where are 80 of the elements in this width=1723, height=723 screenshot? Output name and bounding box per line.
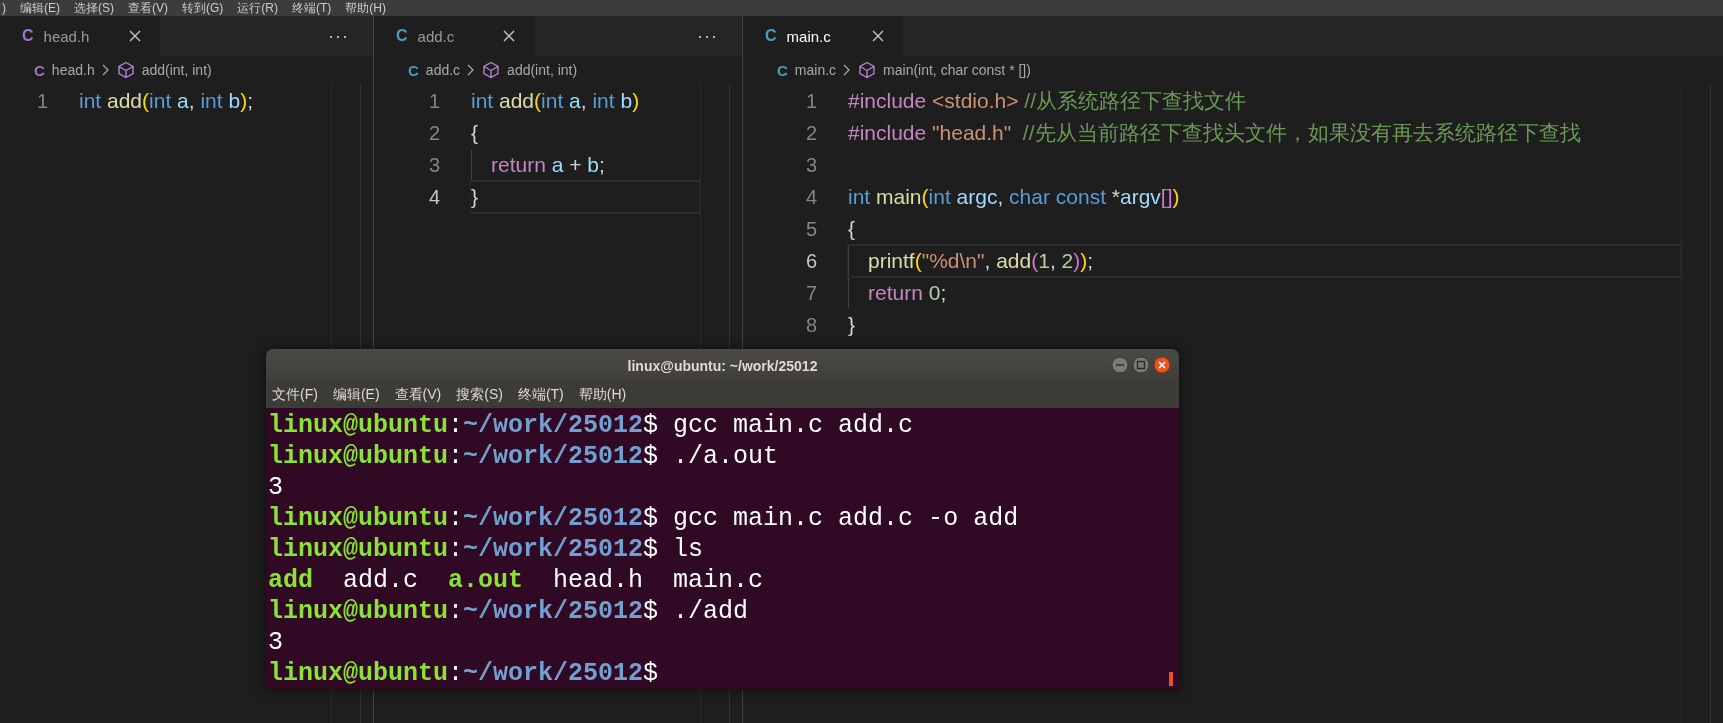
- code-line: #include "head.h" //先从当前路径下查找头文件，如果没有再去系统路径下查找: [847, 120, 1582, 146]
- menu-item[interactable]: 运行(R): [237, 1, 278, 15]
- more-actions-button[interactable]: ···: [673, 25, 742, 47]
- code-line: {: [470, 120, 479, 146]
- breadcrumb-item[interactable]: add.c: [425, 62, 461, 78]
- line-number: 3: [804, 153, 818, 177]
- close-icon: [128, 29, 142, 43]
- tab-label: main.c: [786, 27, 832, 45]
- terminal-line: 3: [268, 472, 283, 503]
- code-line: #include <stdio.h> //从系统路径下查找文件: [847, 88, 1247, 114]
- menu-item[interactable]: 终端(T): [517, 386, 564, 404]
- c-file-icon: C: [396, 27, 408, 45]
- close-icon: [871, 29, 885, 43]
- menu-item[interactable]: 转到(G): [182, 1, 224, 15]
- line-number: 2: [804, 121, 818, 145]
- menu-item[interactable]: 搜索(S): [456, 386, 503, 404]
- line-number: 5: [804, 217, 818, 241]
- code-line: int add(int a, int b);: [78, 88, 254, 114]
- c-file-icon: C: [34, 61, 45, 79]
- menu-item[interactable]: 终端(T): [292, 1, 332, 15]
- editor-tab[interactable]: C main.c: [743, 16, 903, 56]
- menu-item[interactable]: 帮助(H): [578, 386, 627, 404]
- menu-item[interactable]: ): [2, 1, 6, 15]
- terminal-line: linux@ubuntu:~/work/25012$ ls: [268, 534, 704, 565]
- code-line: int main(int argc, char const *argv[]): [847, 184, 1181, 210]
- line-number: 6: [804, 249, 818, 273]
- terminal-line: 3: [268, 627, 283, 658]
- tab-label: head.h: [43, 27, 91, 45]
- terminal-line: linux@ubuntu:~/work/25012$ ./add: [268, 596, 749, 627]
- line-number: 4: [804, 185, 818, 209]
- terminal-line: linux@ubuntu:~/work/25012$ ./a.out: [268, 441, 779, 472]
- line-number: 1: [804, 89, 818, 113]
- line-number: 2: [427, 121, 441, 145]
- breadcrumb-item[interactable]: head.h: [51, 62, 95, 78]
- chevron-icon: [101, 64, 110, 76]
- editor-tab[interactable]: C add.c: [374, 16, 534, 56]
- more-actions-button[interactable]: ···: [304, 25, 373, 47]
- terminal-line: linux@ubuntu:~/work/25012$: [268, 658, 659, 689]
- breadcrumb-item[interactable]: main(int, char const * []): [883, 62, 1031, 78]
- menu-item[interactable]: 文件(F): [272, 386, 318, 404]
- maximize-icon: [1132, 356, 1150, 374]
- code-line: }: [847, 312, 856, 338]
- terminal-line: add add.c a.out head.h main.c: [268, 565, 764, 596]
- c-file-icon: C: [765, 27, 777, 45]
- cube-icon: [116, 61, 135, 79]
- line-number: 1: [427, 89, 441, 113]
- window-title: linux@ubuntu: ~/work/25012: [627, 357, 818, 374]
- c-file-icon: C: [777, 61, 788, 79]
- cube-icon: [482, 61, 501, 79]
- terminal-line: linux@ubuntu:~/work/25012$ gcc main.c add.c -o add: [268, 503, 1019, 534]
- menu-item[interactable]: 编辑(E): [20, 1, 60, 15]
- c-file-icon: C: [22, 27, 34, 45]
- c-file-icon: C: [408, 61, 419, 79]
- line-number: 8: [804, 313, 818, 337]
- code-line: return a + b;: [470, 149, 700, 181]
- line-number: 7: [804, 281, 818, 305]
- close-icon: [502, 29, 516, 43]
- menu-item[interactable]: 选择(S): [74, 1, 114, 15]
- editor-tab[interactable]: C head.h: [0, 16, 160, 56]
- close-icon: [1153, 356, 1171, 374]
- menu-item[interactable]: 查看(V): [128, 1, 168, 15]
- scrollbar[interactable]: [1169, 672, 1173, 686]
- line-number: 1: [35, 89, 49, 113]
- menu-item[interactable]: 编辑(E): [332, 386, 380, 404]
- cube-icon: [858, 61, 877, 79]
- code-line: int add(int a, int b): [470, 88, 641, 114]
- terminal-line: linux@ubuntu:~/work/25012$ gcc main.c add.c: [268, 410, 914, 441]
- menu-item[interactable]: 查看(V): [394, 386, 442, 404]
- minimize-icon: [1111, 356, 1129, 374]
- chevron-icon: [467, 64, 476, 76]
- breadcrumb-item[interactable]: add(int, int): [141, 62, 212, 78]
- line-number: 4: [427, 185, 441, 209]
- chevron-icon: [843, 64, 852, 76]
- tab-label: add.c: [417, 27, 456, 45]
- menu-item[interactable]: 帮助(H): [345, 1, 386, 15]
- breadcrumb-item[interactable]: add(int, int): [507, 62, 578, 78]
- breadcrumb-item[interactable]: main.c: [794, 62, 837, 78]
- code-line: {: [847, 216, 856, 242]
- line-number: 3: [427, 153, 441, 177]
- code-line: return 0;: [847, 277, 1681, 309]
